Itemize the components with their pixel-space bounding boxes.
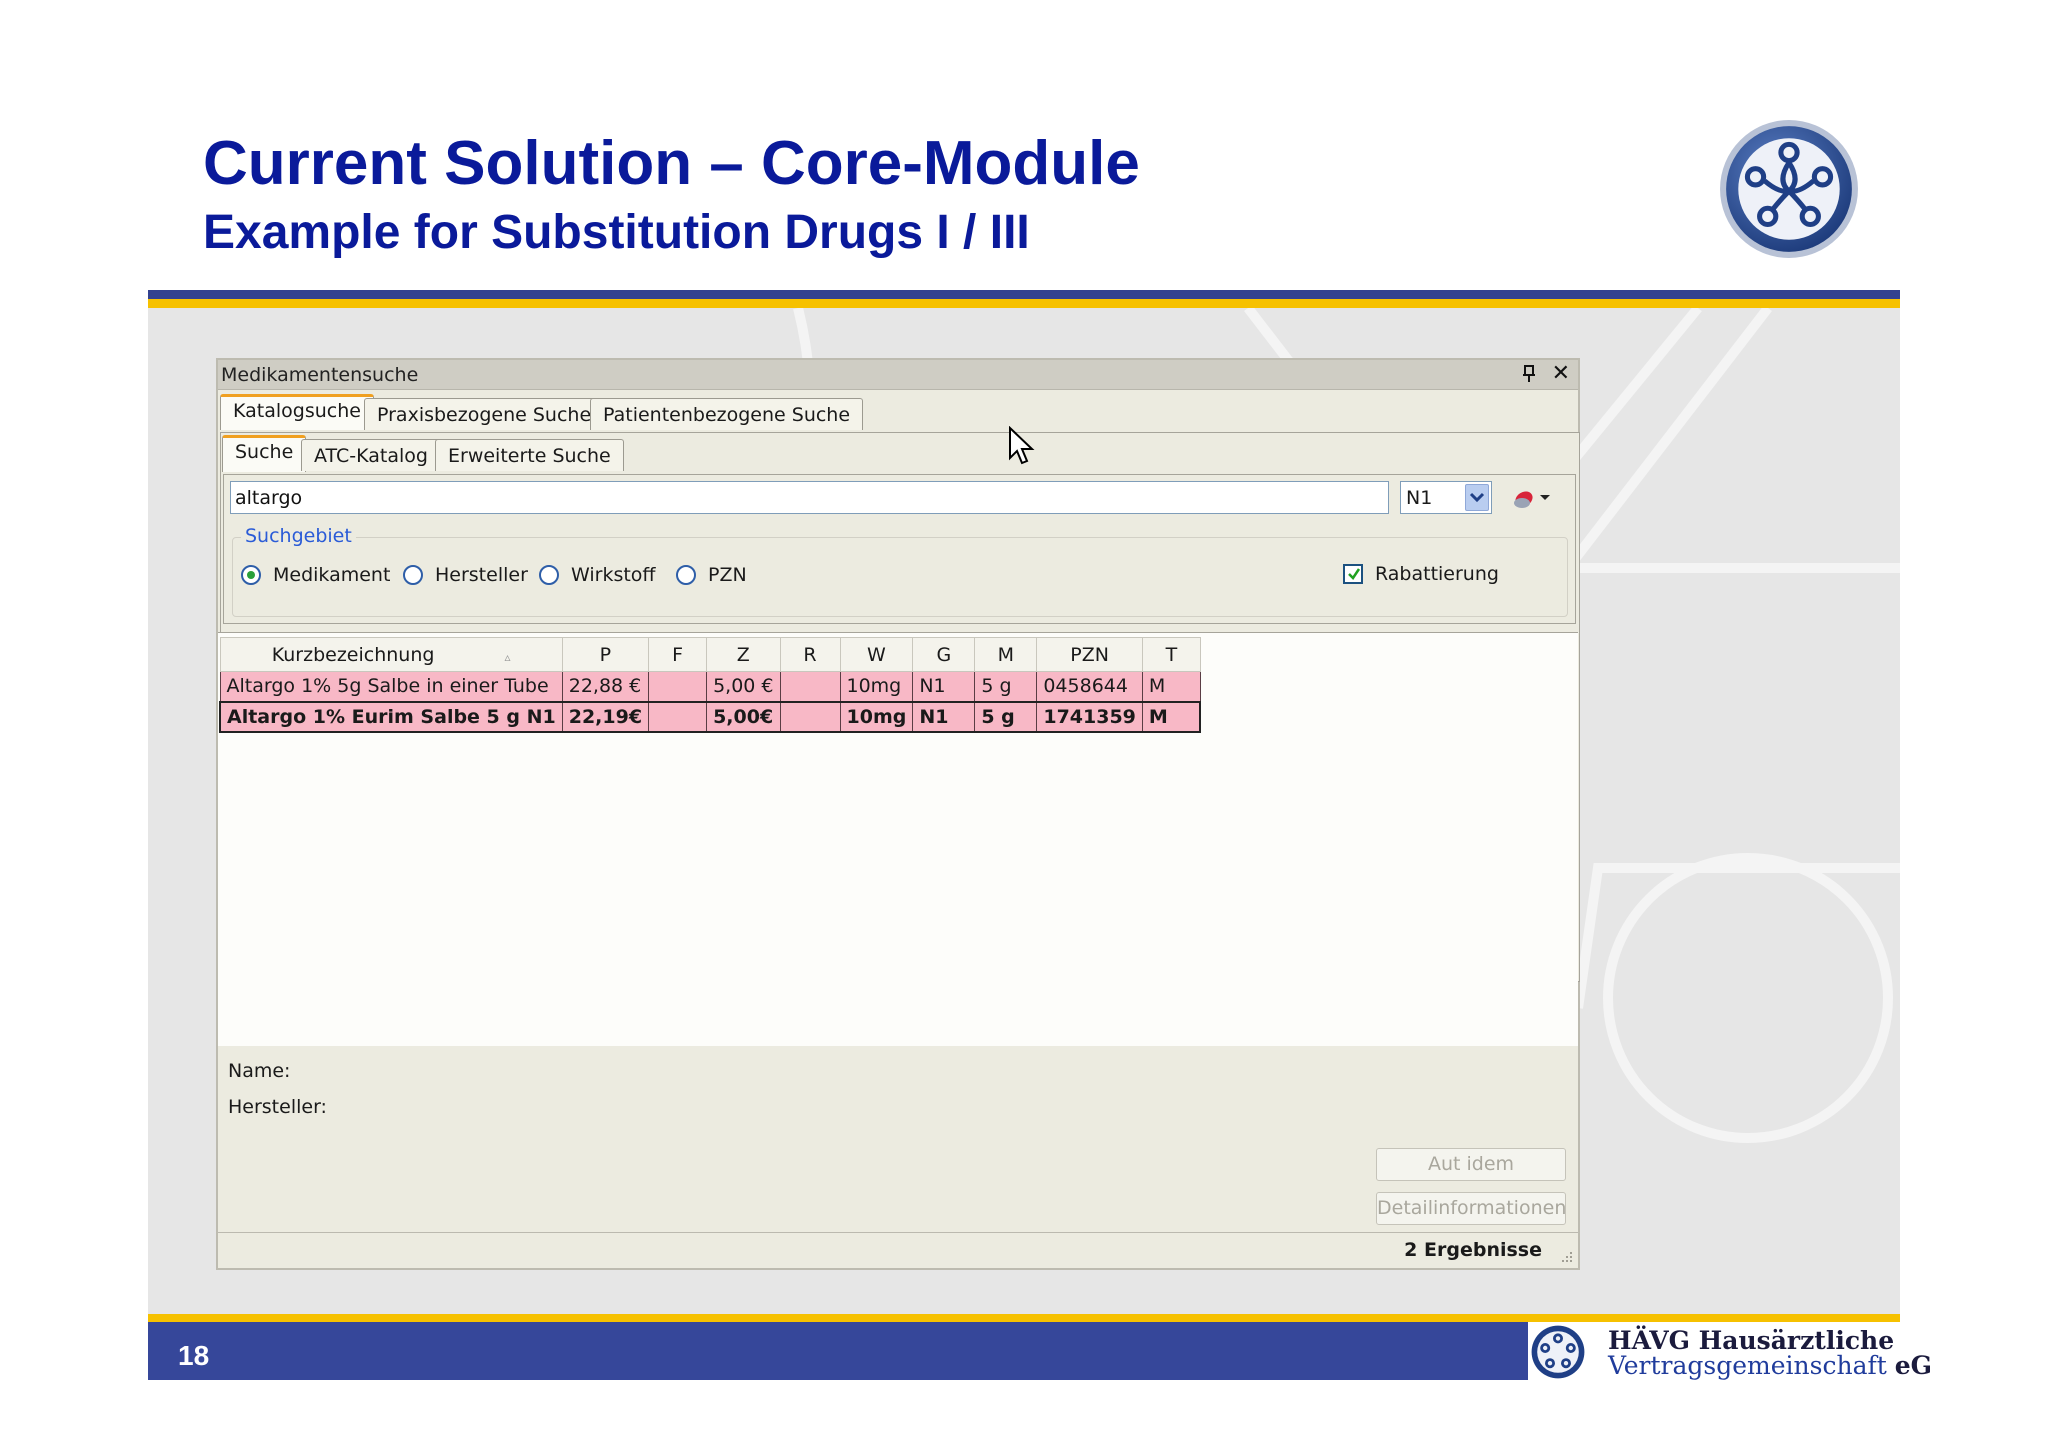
cell-t: M xyxy=(1141,700,1202,733)
cell-pzn: 0458644 xyxy=(1036,671,1143,702)
cell-t: M xyxy=(1141,671,1201,702)
cell-amount: 5 g xyxy=(974,671,1038,702)
cell-size: N1 xyxy=(912,700,976,733)
package-size-select[interactable]: N1 xyxy=(1400,481,1492,514)
footer-band-gold xyxy=(148,1314,1900,1322)
resize-grip-icon[interactable] xyxy=(1560,1250,1574,1264)
radio-label: Wirkstoff xyxy=(571,564,656,586)
footer-band-blue xyxy=(148,1322,1528,1380)
column-header-label: Kurzbezeichnung xyxy=(271,643,435,666)
pin-icon[interactable] xyxy=(1522,365,1536,383)
table-row-selected[interactable]: Altargo 1% Eurim Salbe 5 g N1 22,19€ 5,0… xyxy=(218,700,1202,733)
result-count: 2 Ergebnisse xyxy=(1404,1239,1542,1261)
details-panel: Name: Hersteller: Aut idem Detailinforma… xyxy=(218,1048,1578,1253)
cell-pzn: 1741359 xyxy=(1036,700,1143,733)
name-label: Name: xyxy=(228,1060,291,1082)
column-header[interactable]: M xyxy=(974,637,1038,672)
manufacturer-label: Hersteller: xyxy=(228,1096,327,1118)
radio-wirkstoff[interactable]: Wirkstoff xyxy=(539,564,656,586)
rebate-checkbox[interactable]: Rabattierung xyxy=(1343,563,1499,585)
mouse-cursor-icon xyxy=(1009,426,1035,465)
table-header-row: Kurzbezeichnung ▵ P F Z R W G M PZN T xyxy=(219,637,1201,672)
column-header[interactable]: G xyxy=(912,637,976,672)
cell-size: N1 xyxy=(912,671,976,702)
footer-org-suffix: eG xyxy=(1894,1351,1932,1380)
slide-subtitle: Example for Substitution Drugs I / III xyxy=(203,206,1030,259)
footer-org-line2-text: Vertragsgemeinschaft xyxy=(1608,1351,1887,1380)
cell-amount: 5 g xyxy=(974,700,1038,733)
package-size-value: N1 xyxy=(1406,487,1433,509)
cell-f xyxy=(648,671,708,702)
drug-search-window: Medikamentensuche ✕ Katalogsuche Praxisb… xyxy=(216,358,1580,1270)
aut-idem-button[interactable]: Aut idem xyxy=(1376,1148,1566,1181)
table-row[interactable]: Altargo 1% 5g Salbe in einer Tube 22,88 … xyxy=(219,671,1201,702)
radio-medikament[interactable]: Medikament xyxy=(241,564,390,586)
window-titlebar[interactable]: Medikamentensuche ✕ xyxy=(218,360,1578,390)
radio-hersteller[interactable]: Hersteller xyxy=(403,564,528,586)
footer-org-name-line2: Vertragsgemeinschaft eG xyxy=(1608,1351,1932,1380)
cell-copay: 5,00 € xyxy=(706,671,781,702)
radio-dot-selected[interactable] xyxy=(241,565,261,585)
tab-suche[interactable]: Suche xyxy=(222,435,307,472)
close-icon[interactable]: ✕ xyxy=(1552,363,1570,385)
tab-katalogsuche[interactable]: Katalogsuche xyxy=(220,394,374,430)
cell-f xyxy=(648,700,708,733)
tab-erweiterte-suche[interactable]: Erweiterte Suche xyxy=(435,439,624,471)
haevg-logo-icon xyxy=(1720,120,1858,258)
radio-dot[interactable] xyxy=(403,565,423,585)
checkbox-checked-icon[interactable] xyxy=(1343,564,1363,584)
cell-strength: 10mg xyxy=(839,671,914,702)
column-header[interactable]: PZN xyxy=(1036,637,1143,672)
header-band-gold xyxy=(148,299,1900,308)
header-band-blue xyxy=(148,290,1900,299)
radio-label: PZN xyxy=(708,564,747,586)
radio-dot[interactable] xyxy=(539,565,559,585)
pills-menu-icon[interactable] xyxy=(1510,483,1554,511)
column-header[interactable]: Z xyxy=(706,637,781,672)
radio-label: Medikament xyxy=(273,564,391,586)
tab-patientenbezogene-suche[interactable]: Patientenbezogene Suche xyxy=(590,398,864,430)
detail-info-button[interactable]: Detailinformationen xyxy=(1376,1192,1566,1225)
cell-strength: 10mg xyxy=(839,700,914,733)
radio-label: Hersteller xyxy=(435,564,528,586)
column-header[interactable]: Kurzbezeichnung ▵ xyxy=(219,637,563,672)
column-header[interactable]: P xyxy=(561,637,650,672)
sort-arrow-icon: ▵ xyxy=(504,649,511,664)
cell-name: Altargo 1% Eurim Salbe 5 g N1 xyxy=(218,700,563,733)
search-area-label: Suchgebiet xyxy=(241,525,356,547)
tab-praxisbezogene-suche[interactable]: Praxisbezogene Suche xyxy=(364,398,605,430)
cell-r xyxy=(779,700,841,733)
radio-dot[interactable] xyxy=(676,565,696,585)
column-header[interactable]: W xyxy=(839,637,914,672)
rebate-label: Rabattierung xyxy=(1375,563,1499,585)
cell-price: 22,88 € xyxy=(561,671,650,702)
column-header[interactable]: R xyxy=(779,637,841,672)
tab-atc-katalog[interactable]: ATC-Katalog xyxy=(301,439,441,471)
slide-title: Current Solution – Core-Module xyxy=(203,129,1140,198)
results-table: Kurzbezeichnung ▵ P F Z R W G M PZN T Alt… xyxy=(218,637,1202,733)
search-area-group: Suchgebiet Medikament Hersteller Wirksto… xyxy=(232,525,1568,617)
radio-pzn[interactable]: PZN xyxy=(676,564,747,586)
column-header[interactable]: F xyxy=(648,637,708,672)
cell-name: Altargo 1% 5g Salbe in einer Tube xyxy=(219,671,563,702)
column-header[interactable]: T xyxy=(1141,637,1201,672)
cell-price: 22,19€ xyxy=(561,700,650,733)
cell-copay: 5,00€ xyxy=(706,700,781,733)
haevg-logo-small-icon xyxy=(1531,1325,1585,1379)
search-subpanel: N1 Suchgebiet Medikament Hersteller xyxy=(223,474,1576,624)
cell-r xyxy=(779,671,841,702)
search-input[interactable] xyxy=(230,481,1389,514)
window-title: Medikamentensuche xyxy=(221,364,419,386)
status-bar: 2 Ergebnisse xyxy=(218,1232,1578,1268)
results-grid: Kurzbezeichnung ▵ P F Z R W G M PZN T Alt… xyxy=(218,632,1578,1046)
page-number: 18 xyxy=(178,1340,210,1371)
chevron-down-icon[interactable] xyxy=(1465,484,1489,511)
